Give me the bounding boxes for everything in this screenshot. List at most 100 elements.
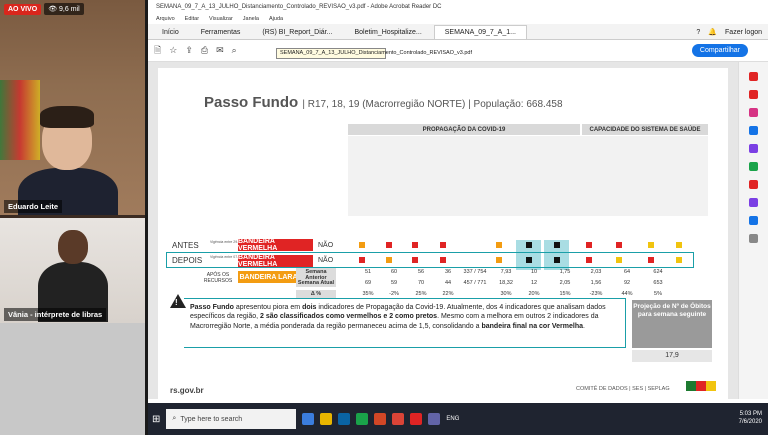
taskbar-search[interactable]: ⌕ Type here to search xyxy=(166,409,297,429)
footer-credits: COMITÊ DE DADOS | SES | SEPLAG xyxy=(576,386,670,392)
stat-cell: -2% xyxy=(389,291,399,297)
depois-indicator xyxy=(526,257,532,263)
viewer-count: 👁 9,6 mil xyxy=(44,3,84,15)
tab-right-group: ? 🔔 Fazer logon xyxy=(690,25,768,39)
fill-sign-icon[interactable] xyxy=(749,216,758,225)
help-icon[interactable]: ? xyxy=(696,29,700,36)
stat-cell: 59 xyxy=(390,280,398,286)
stat-cell: 30% xyxy=(500,291,512,297)
file-explorer-icon[interactable] xyxy=(320,413,333,425)
row-depois-label: DEPOIS xyxy=(172,256,203,265)
tab-tools[interactable]: Ferramentas xyxy=(191,26,251,39)
upload-icon[interactable]: ⇪ xyxy=(185,45,193,56)
stat-cell: 624 xyxy=(653,269,663,275)
window-title: SEMANA_09_7_A_13_JULHO_Distanciamento_Co… xyxy=(156,3,442,10)
bookmark-icon[interactable]: ☆ xyxy=(169,45,177,56)
antes-indicator xyxy=(648,242,654,248)
tab-home[interactable]: Início xyxy=(152,26,189,39)
print-icon[interactable]: ⎙ xyxy=(201,45,208,56)
antes-indicator xyxy=(496,242,502,248)
menu-view[interactable]: Visualizar xyxy=(209,16,233,22)
create-pdf-icon[interactable] xyxy=(749,90,758,99)
export-pdf-icon[interactable] xyxy=(749,72,758,81)
pdf-page: Passo Fundo | R17, 18, 19 (Macrorregião … xyxy=(158,68,728,399)
edit-pdf-icon[interactable] xyxy=(749,108,758,117)
antes-band: BANDEIRA VERMELHA xyxy=(238,238,313,252)
depois-indicator xyxy=(586,257,592,263)
compress-icon[interactable] xyxy=(749,180,758,189)
clock-date: 7/6/2020 xyxy=(738,419,762,425)
tab-semana[interactable]: SEMANA_09_7_A_1... xyxy=(433,25,527,39)
protect-icon[interactable] xyxy=(749,198,758,207)
menu-edit[interactable]: Editar xyxy=(185,16,199,22)
email-icon[interactable]: ✉ xyxy=(216,45,224,56)
state-flag xyxy=(0,80,40,160)
capacity-header: CAPACIDADE DO SISTEMA DE SAÚDE xyxy=(582,124,708,135)
interpreter-head xyxy=(58,230,88,264)
depois-indicator xyxy=(496,257,502,263)
row-antes-label: ANTES xyxy=(172,241,199,250)
propagation-header: PROPAGAÇÃO DA COVID-19 xyxy=(348,124,580,135)
screen-share: SEMANA_09_7_A_13_JULHO_Distanciamento_Co… xyxy=(148,0,768,435)
flag-yellow xyxy=(706,381,716,391)
after-resources-label: APÓS OS RECURSOS xyxy=(203,272,233,284)
city-subtitle: | R17, 18, 19 (Macrorregião NORTE) | Pop… xyxy=(302,99,563,110)
webcam-column: AO VIVO 👁 9,6 mil Eduardo Leite Vânia - … xyxy=(0,0,145,435)
notice-part: apresentou piora em xyxy=(233,304,303,311)
presenter-name-tag: Eduardo Leite xyxy=(4,200,63,213)
stat-cell: 60 xyxy=(390,269,398,275)
menu-help[interactable]: Ajuda xyxy=(269,16,283,22)
teams-icon[interactable] xyxy=(428,413,441,425)
window-titlebar: SEMANA_09_7_A_13_JULHO_Distanciamento_Co… xyxy=(148,0,768,13)
stat-cell: 7,93 xyxy=(500,269,512,275)
tab-bar: Início Ferramentas (RS) BI_Report_Diár..… xyxy=(148,24,768,40)
taskbar-search-placeholder: Type here to search xyxy=(180,415,243,423)
share-button[interactable]: Compartilhar xyxy=(691,44,748,57)
tab-boletim[interactable]: Boletim_Hospitalize... xyxy=(344,26,431,39)
notice-bold: bandeira final na cor Vermelha xyxy=(481,322,584,330)
stats-label-curr: Semana Atual xyxy=(296,279,336,287)
search-icon[interactable]: ⌕ xyxy=(232,45,237,56)
save-icon[interactable]: 🗎 xyxy=(154,43,161,59)
stat-cell: 92 xyxy=(623,280,631,286)
stat-cell: 56 xyxy=(417,269,425,275)
acrobat-icon[interactable] xyxy=(410,413,423,425)
combine-icon[interactable] xyxy=(749,144,758,153)
excel-icon[interactable] xyxy=(356,413,369,425)
antes-indicator xyxy=(676,242,682,248)
edge-icon[interactable] xyxy=(302,413,315,425)
login-link[interactable]: Fazer logon xyxy=(725,29,762,36)
stat-cell: 36 xyxy=(444,269,452,275)
comment-icon[interactable] xyxy=(749,126,758,135)
menu-file[interactable]: Arquivo xyxy=(156,16,175,22)
more-tools-icon[interactable] xyxy=(749,234,758,243)
stat-cell: 2,05 xyxy=(559,280,571,286)
system-clock[interactable]: 5:03 PM 7/6/2020 xyxy=(739,411,762,427)
stat-cell: 70 xyxy=(417,280,425,286)
rs-flag-logo xyxy=(686,381,716,391)
windows-start-icon[interactable]: ⊞ xyxy=(152,414,160,425)
antes-indicator xyxy=(359,242,365,248)
stat-cell: 35% xyxy=(362,291,374,297)
stat-cell: 51 xyxy=(364,269,372,275)
stat-cell: -23% xyxy=(589,291,603,297)
stat-cell: 5% xyxy=(654,291,662,297)
depois-band: BANDEIRA VERMELHA xyxy=(238,254,313,268)
stat-cell: 69 xyxy=(364,280,372,286)
menu-window[interactable]: Janela xyxy=(243,16,259,22)
stat-cell: 457 / 771 xyxy=(463,280,487,286)
stats-label-delta: Δ % xyxy=(296,290,336,298)
chrome-icon[interactable] xyxy=(392,413,405,425)
powerpoint-icon[interactable] xyxy=(374,413,387,425)
notice-city: Passo Fundo xyxy=(190,304,234,311)
organize-icon[interactable] xyxy=(749,162,758,171)
search-icon: ⌕ xyxy=(172,415,177,422)
bell-icon[interactable]: 🔔 xyxy=(708,28,717,36)
tab-bi-report[interactable]: (RS) BI_Report_Diár... xyxy=(252,26,342,39)
presenter-hair xyxy=(40,106,94,128)
stat-cell: 64 xyxy=(623,269,631,275)
mail-icon[interactable] xyxy=(338,413,351,425)
notice-part: . xyxy=(583,322,585,330)
document-area: Passo Fundo | R17, 18, 19 (Macrorregião … xyxy=(148,62,738,399)
language-indicator[interactable]: ENG xyxy=(446,416,459,422)
